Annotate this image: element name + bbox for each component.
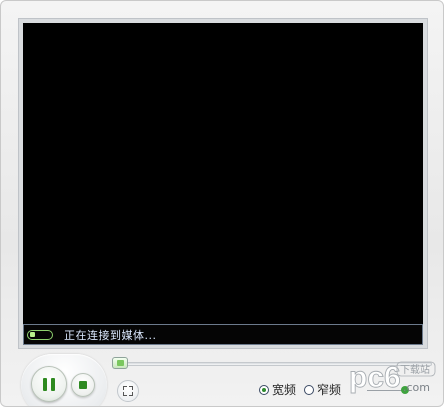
radio-button-icon	[259, 384, 269, 395]
play-pause-button[interactable]	[31, 366, 67, 402]
stop-icon	[79, 381, 87, 389]
radio-label: 窄频	[317, 383, 342, 397]
bandwidth-radio-group: 宽频 窄频	[259, 381, 341, 398]
video-display-area[interactable]	[23, 23, 423, 344]
seek-bar[interactable]	[112, 362, 432, 366]
controls-area: 宽频 窄频	[1, 349, 443, 406]
volume-slider[interactable]	[367, 385, 411, 395]
connection-indicator-icon	[27, 329, 53, 340]
radio-label: 宽频	[272, 383, 297, 397]
status-text: 正在连接到媒体...	[64, 328, 157, 342]
radio-button-icon	[304, 384, 315, 395]
fullscreen-icon	[123, 386, 133, 396]
status-bar: 正在连接到媒体...	[23, 324, 423, 345]
radio-narrowband[interactable]: 窄频	[304, 381, 341, 398]
media-player-window: 正在连接到媒体... 宽频 窄频 pc6 下载站 .com	[0, 0, 444, 407]
stop-button[interactable]	[71, 373, 95, 397]
volume-knob[interactable]	[401, 386, 409, 394]
video-frame	[18, 18, 428, 349]
fullscreen-button[interactable]	[117, 380, 139, 402]
radio-broadband[interactable]: 宽频	[259, 381, 296, 398]
pause-icon	[43, 377, 55, 391]
seek-thumb[interactable]	[112, 357, 128, 369]
